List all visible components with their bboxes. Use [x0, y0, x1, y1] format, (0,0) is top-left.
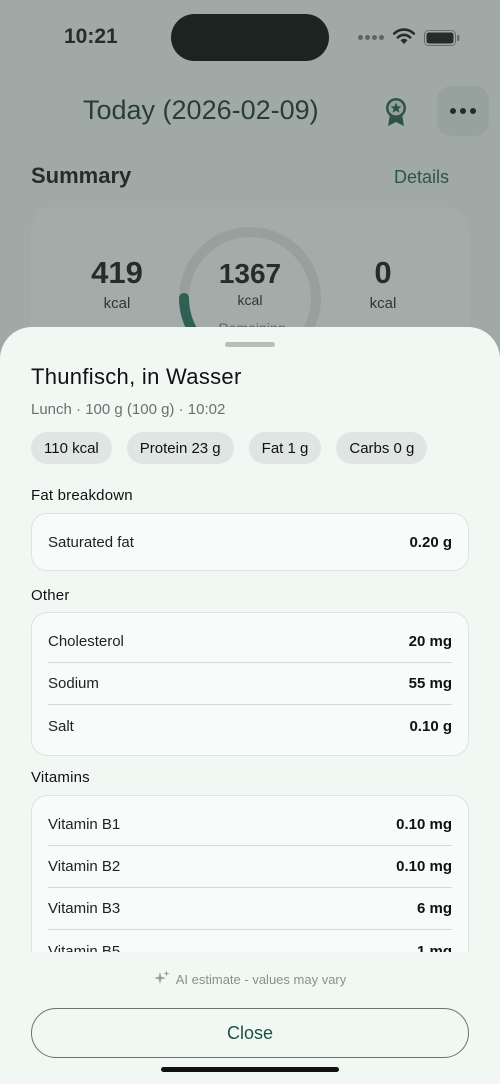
- macro-chips: 110 kcal Protein 23 g Fat 1 g Carbs 0 g: [31, 432, 428, 464]
- nutrient-label: Vitamin B2: [48, 858, 121, 875]
- nutrient-row: Vitamin B1 0.10 mg: [48, 804, 452, 846]
- nutrient-label: Salt: [48, 717, 74, 735]
- chip-fat: Fat 1 g: [248, 432, 322, 464]
- food-meta: Lunch · 100 g (100 g) · 10:02: [31, 401, 226, 418]
- nutrient-value: 55 mg: [408, 675, 452, 692]
- chip-carbs: Carbs 0 g: [336, 432, 428, 464]
- nutrient-row: Cholesterol 20 mg: [48, 621, 452, 663]
- nutrient-value: 0.20 g: [409, 533, 452, 551]
- nutrient-value: 1 mg: [416, 942, 452, 953]
- ai-estimate-note: AI estimate - values may vary: [0, 970, 500, 987]
- home-indicator[interactable]: [161, 1067, 339, 1072]
- other-card: Cholesterol 20 mg Sodium 55 mg Salt 0.10…: [31, 612, 469, 756]
- chip-protein: Protein 23 g: [126, 432, 234, 464]
- ai-estimate-text: AI estimate - values may vary: [175, 972, 347, 987]
- nutrient-value: 0.10 mg: [396, 858, 452, 875]
- sparkle-icon: [153, 970, 170, 984]
- nutrient-label: Vitamin B3: [48, 900, 121, 917]
- nutrient-row: Vitamin B5 1 mg: [48, 930, 452, 953]
- nutrient-value: 6 mg: [416, 900, 452, 917]
- nutrient-value: 0.10 mg: [396, 816, 452, 833]
- nutrient-value: 20 mg: [408, 633, 452, 650]
- nutrient-row: Vitamin B3 6 mg: [48, 888, 452, 930]
- nutrient-row: Salt 0.10 g: [48, 705, 452, 747]
- nutrient-label: Vitamin B5: [48, 942, 121, 953]
- close-button[interactable]: Close: [31, 1008, 469, 1058]
- section-title-other: Other: [31, 587, 70, 604]
- section-title-fat-breakdown: Fat breakdown: [31, 487, 133, 504]
- nutrient-row: Sodium 55 mg: [48, 663, 452, 705]
- nutrient-label: Sodium: [48, 675, 99, 692]
- sheet-grabber[interactable]: [225, 342, 275, 347]
- nutrient-label: Cholesterol: [48, 633, 124, 650]
- nutrient-label: Saturated fat: [48, 533, 134, 551]
- chip-calories: 110 kcal: [31, 432, 112, 464]
- vitamins-card: Vitamin B1 0.10 mg Vitamin B2 0.10 mg Vi…: [31, 795, 469, 952]
- nutrient-row: Vitamin B2 0.10 mg: [48, 846, 452, 888]
- nutrient-row: Saturated fat 0.20 g: [48, 514, 452, 570]
- nutrient-scroll-area[interactable]: Fat breakdown Saturated fat 0.20 g Other…: [0, 477, 500, 952]
- nutrient-value: 0.10 g: [409, 717, 452, 735]
- food-title: Thunfisch, in Wasser: [31, 364, 242, 389]
- nutrient-label: Vitamin B1: [48, 816, 121, 833]
- section-title-vitamins: Vitamins: [31, 769, 90, 786]
- food-detail-sheet: Thunfisch, in Wasser Lunch · 100 g (100 …: [0, 327, 500, 1084]
- fat-breakdown-card: Saturated fat 0.20 g: [31, 513, 469, 571]
